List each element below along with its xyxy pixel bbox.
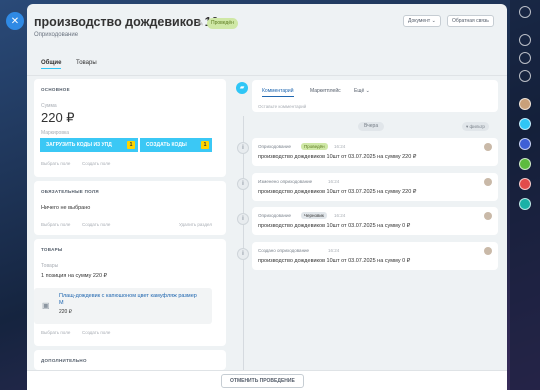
- entry-text: производство дождевиков 10шт от 03.07.20…: [258, 189, 417, 195]
- app-icon[interactable]: [519, 178, 531, 190]
- products-label: Товары: [41, 263, 59, 269]
- entry-type: Оприходование: [258, 213, 292, 218]
- avatar[interactable]: [484, 178, 492, 186]
- notification-icon[interactable]: [519, 34, 531, 46]
- product-price: 220 ₽: [59, 309, 72, 315]
- entry-status-badge: Черновик: [301, 212, 327, 219]
- avatar[interactable]: [484, 143, 492, 151]
- required-fields-section: ОБЯЗАТЕЛЬНЫЕ ПОЛЯ Ничего не выбрано Выбр…: [34, 181, 226, 235]
- filter-button[interactable]: ▾ фильтр: [462, 122, 489, 131]
- timeline-entry: Создано оприходование 16:24 производство…: [252, 242, 498, 270]
- comment-composer: Комментарий Маркетплейс Ещё ⌄ Оставьте к…: [252, 80, 498, 112]
- section-title: ОБЯЗАТЕЛЬНЫЕ ПОЛЯ: [41, 189, 99, 194]
- sum-value: 220 ₽: [41, 110, 75, 125]
- select-field-link[interactable]: Выбрать поле: [41, 330, 70, 335]
- left-rail: ✕: [0, 0, 28, 390]
- upload-count-badge: 1: [127, 141, 135, 149]
- sum-label: Сумма: [41, 103, 57, 109]
- close-slider-button[interactable]: ✕: [6, 12, 24, 30]
- select-field-link[interactable]: Выбрать поле: [41, 161, 70, 166]
- entry-time: 16:24: [334, 213, 346, 218]
- marking-label: Маркировка: [41, 130, 70, 136]
- upload-codes-label: ЗАГРУЗИТЬ КОДЫ ИЗ УПД: [46, 142, 112, 148]
- timeline-feed: ▰ Комментарий Маркетплейс Ещё ⌄ Оставьте…: [234, 76, 507, 390]
- create-field-link[interactable]: Создать поле: [82, 161, 110, 166]
- entry-time: 16:24: [334, 144, 346, 149]
- chat-icon: ▰: [236, 82, 248, 94]
- timeline-entry: Оприходование Черновик 16:24 производств…: [252, 207, 498, 235]
- create-codes-label: СОЗДАТЬ КОДЫ: [146, 142, 187, 148]
- info-icon: i: [237, 142, 249, 154]
- product-card[interactable]: ▣ Плащ-дождевик с капюшоном цвет камуфля…: [34, 288, 212, 324]
- comment-input[interactable]: Оставьте комментарий: [258, 104, 306, 109]
- tab-general[interactable]: Общие: [41, 60, 62, 69]
- page-title: производство дождевиков 10шт: [34, 15, 236, 29]
- header: производство дождевиков 10шт ✎ Проведён …: [27, 4, 507, 50]
- timeline-entry: Изменено оприходование 16:24 производств…: [252, 173, 498, 201]
- entry-type: Оприходование: [258, 144, 292, 149]
- select-field-link[interactable]: Выбрать поле: [41, 222, 70, 227]
- hide-section-link[interactable]: Удалить раздел: [179, 222, 212, 227]
- page-subtitle: Оприходование: [34, 32, 79, 38]
- avatar[interactable]: [484, 247, 492, 255]
- create-field-link[interactable]: Создать поле: [82, 222, 110, 227]
- tab-more-label: Ещё: [354, 88, 365, 94]
- entry-status-badge: Проведён: [301, 143, 328, 150]
- tab-comment[interactable]: Комментарий: [262, 88, 294, 97]
- entry-type: Изменено оприходование: [258, 179, 313, 184]
- app-icon[interactable]: [519, 198, 531, 210]
- document-button-label: Документ: [408, 18, 431, 24]
- info-icon: i: [237, 248, 249, 260]
- chevron-down-icon: ⌄: [431, 18, 436, 24]
- create-count-badge: 1: [201, 141, 209, 149]
- chevron-down-icon: ⌄: [365, 88, 370, 94]
- entry-text: производство дождевиков 10шт от 03.07.20…: [258, 223, 411, 229]
- entry-text: производство дождевиков 10шт от 03.07.20…: [258, 258, 411, 264]
- document-button[interactable]: Документ ⌄: [403, 15, 441, 27]
- filter-label: фильтр: [469, 124, 485, 129]
- pin-icon[interactable]: ✎: [197, 19, 204, 28]
- tabs: Общие Товары: [27, 50, 507, 76]
- section-title: ОСНОВНОЕ: [41, 87, 70, 92]
- product-name-link[interactable]: Плащ-дождевик с капюшоном цвет камуфляж …: [59, 293, 199, 307]
- upload-codes-button[interactable]: ЗАГРУЗИТЬ КОДЫ ИЗ УПД 1: [40, 138, 138, 152]
- settings-icon[interactable]: [519, 70, 531, 82]
- footer-bar: ОТМЕНИТЬ ПРОВЕДЕНИЕ: [27, 370, 507, 390]
- search-icon[interactable]: [519, 52, 531, 64]
- create-field-link[interactable]: Создать поле: [82, 330, 110, 335]
- right-rail: [510, 0, 540, 390]
- main-section: ОСНОВНОЕ Сумма 220 ₽ Маркировка Выбрать …: [34, 79, 226, 177]
- products-summary: 1 позиция на сумму 220 ₽: [41, 273, 108, 279]
- section-title: ДОПОЛНИТЕЛЬНО: [41, 358, 87, 363]
- entry-time: 16:24: [328, 179, 340, 184]
- avatar[interactable]: [484, 212, 492, 220]
- info-icon: i: [237, 213, 249, 225]
- document-card: производство дождевиков 10шт ✎ Проведён …: [27, 4, 507, 390]
- user-avatar-icon[interactable]: [519, 6, 531, 18]
- entry-type: Создано оприходование: [258, 248, 310, 253]
- create-codes-button[interactable]: СОЗДАТЬ КОДЫ 1: [140, 138, 212, 152]
- entry-text: производство дождевиков 10шт от 03.07.20…: [258, 154, 417, 160]
- cancel-posting-button[interactable]: ОТМЕНИТЬ ПРОВЕДЕНИЕ: [221, 374, 304, 388]
- entry-time: 16:24: [328, 248, 340, 253]
- timeline-entry: Оприходование Проведён 16:24 производств…: [252, 138, 498, 166]
- additional-section: ДОПОЛНИТЕЛЬНО: [34, 350, 226, 370]
- day-separator: Вчера: [358, 122, 385, 131]
- feedback-button[interactable]: Обратная связь: [447, 15, 494, 27]
- status-badge: Проведён: [207, 18, 238, 29]
- app-icon[interactable]: [519, 158, 531, 170]
- app-icon[interactable]: [519, 138, 531, 150]
- required-value: Ничего не выбрано: [41, 205, 91, 211]
- info-icon: i: [237, 178, 249, 190]
- section-title: ТОВАРЫ: [41, 247, 63, 252]
- contact-avatar-icon[interactable]: [519, 98, 531, 110]
- image-placeholder-icon: ▣: [42, 301, 50, 310]
- tab-products[interactable]: Товары: [76, 60, 97, 66]
- tab-marketplace[interactable]: Маркетплейс: [310, 88, 341, 94]
- tab-more[interactable]: Ещё ⌄: [354, 88, 370, 94]
- app-icon[interactable]: [519, 118, 531, 130]
